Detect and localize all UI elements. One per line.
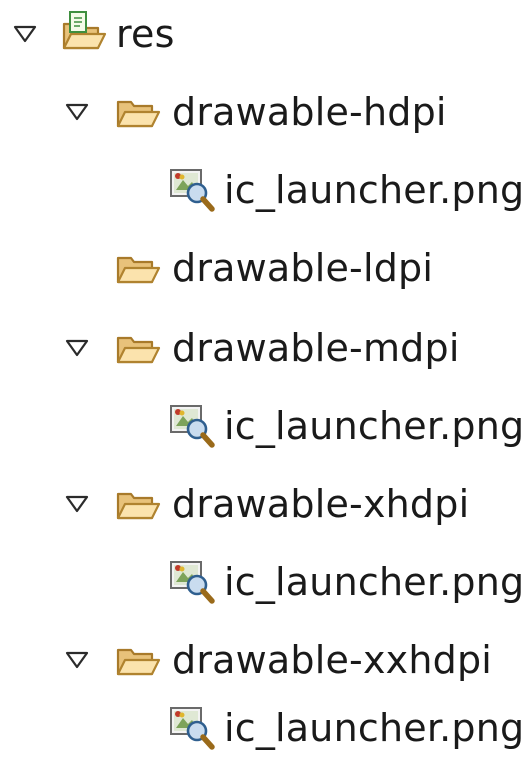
tree-node-label: ic_launcher.png <box>224 560 525 604</box>
resource-folder-icon <box>60 10 108 58</box>
tree-node-label: drawable-mdpi <box>172 326 460 370</box>
expand-toggle-icon[interactable] <box>64 335 90 361</box>
folder-open-icon <box>114 324 162 372</box>
tree-node-label: drawable-hdpi <box>172 90 447 134</box>
expand-toggle-icon[interactable] <box>64 99 90 125</box>
tree-node-label: drawable-xhdpi <box>172 482 470 526</box>
tree-node-label: ic_launcher.png <box>224 404 525 448</box>
expand-toggle-icon[interactable] <box>64 491 90 517</box>
folder-open-icon <box>114 636 162 684</box>
image-file-icon <box>168 704 216 752</box>
folder-open-icon <box>114 480 162 528</box>
image-file-icon <box>168 166 216 214</box>
tree-node-label: drawable-ldpi <box>172 246 434 290</box>
image-file-icon <box>168 402 216 450</box>
tree-node-label: ic_launcher.png <box>224 168 525 212</box>
expand-toggle-icon[interactable] <box>12 21 38 47</box>
folder-open-icon <box>114 244 162 292</box>
resource-tree: res drawable-hdpi ic_launcher.png drawab… <box>0 0 527 759</box>
image-file-icon <box>168 558 216 606</box>
tree-node-label: res <box>116 12 175 56</box>
folder-open-icon <box>114 88 162 136</box>
tree-node-label: ic_launcher.png <box>224 706 525 750</box>
expand-toggle-icon[interactable] <box>64 647 90 673</box>
tree-node-label: drawable-xxhdpi <box>172 638 493 682</box>
